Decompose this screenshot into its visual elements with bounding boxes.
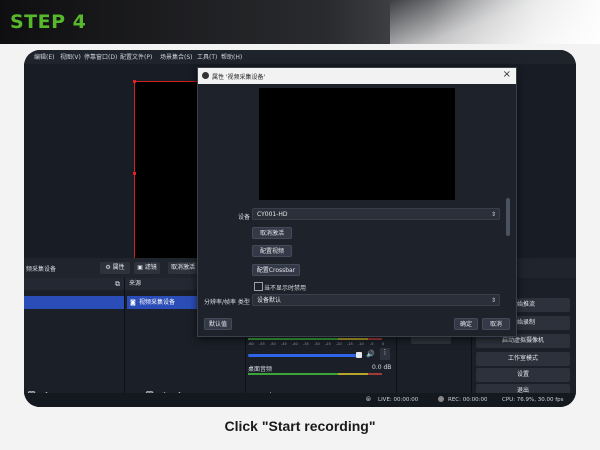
menu-bar: 编辑(E) 视图(V) 停靠窗口(D) 配置文件(P) 场景集合(S) 工具(T… [24,50,576,64]
deactivate-button[interactable]: 取消激活 [168,262,198,274]
resize-handle[interactable] [133,80,136,83]
properties-dialog: 属性 '视频采集设备' × 设备 CY001-HD ⇕ 取消激活 配置视频 配置… [197,67,517,337]
menu-scene-collection[interactable]: 场景集合(S) [160,52,193,61]
network-icon: ⦾ [366,396,371,403]
filters-button[interactable]: ▣ 滤镜 [134,262,160,274]
obs-window: 编辑(E) 视图(V) 停靠窗口(D) 配置文件(P) 场景集合(S) 工具(T… [24,50,576,407]
dialog-title: 属性 '视频采集设备' [212,74,266,81]
rec-timer: REC: 00:00:00 [448,397,488,403]
chevron-updown-icon: ⇕ [490,211,496,218]
settings-button[interactable]: 设置 [476,368,570,382]
camera-icon: ◙ [130,299,136,306]
resolution-type-label: 分辨率/帧率 类型 [204,299,250,306]
menu-help[interactable]: 帮助(H) [221,52,242,61]
dialog-scrollbar[interactable] [506,198,510,236]
studio-mode-button[interactable]: 工作室模式 [476,352,570,366]
step-title: STEP 4 [10,11,87,33]
volume-slider-handle[interactable] [356,352,362,358]
resolution-type-select[interactable]: 设备默认 ⇕ [252,294,500,306]
scenes-header: ⧉ [24,278,124,290]
gear-icon: ⚙ [105,264,111,271]
menu-profile[interactable]: 配置文件(P) [120,52,152,61]
level-meter-yellow [338,338,368,340]
meter-scale: -60 -55 -50 -45 -40 -35 -30 -25 -20 -15 … [248,342,385,346]
chevron-updown-icon: ⇕ [490,297,496,304]
properties-button[interactable]: ⚙ 属性 [100,262,130,274]
live-timer: LIVE: 00:00:00 [378,397,419,403]
step-header [0,0,600,44]
deactivate-device-button[interactable]: 取消激活 [252,227,292,239]
scene-item-selected[interactable] [24,296,124,309]
dialog-titlebar: 属性 '视频采集设备' × [198,68,516,84]
menu-docks[interactable]: 停靠窗口(D) [84,52,117,61]
scenes-dock: ⧉ 🗑 ⌃ ⌄ [24,278,125,407]
configure-crossbar-button[interactable]: 配置Crossbar [252,264,300,276]
selected-source-label: 频采集设备 [26,266,57,273]
resize-handle[interactable] [133,172,136,175]
mixer-track-name: 桌面音频 [248,366,273,373]
cancel-button[interactable]: 取消 [482,318,510,330]
disable-when-hidden-checkbox[interactable] [254,282,263,291]
menu-edit[interactable]: 编辑(E) [34,52,54,61]
defaults-button[interactable]: 默认值 [204,318,232,330]
obs-logo-icon [202,72,209,79]
dialog-preview [259,88,455,200]
speaker-icon[interactable]: 🔊 [366,350,375,358]
record-indicator-icon [438,396,444,402]
volume-slider[interactable] [248,354,360,357]
menu-view[interactable]: 视图(V) [60,52,81,61]
undock-icon[interactable]: ⧉ [115,278,120,290]
instruction-caption: Click "Start recording" [224,418,376,434]
ok-button[interactable]: 确定 [454,318,478,330]
device-label: 设备 [238,214,251,221]
cpu-fps: CPU: 76.9%, 30.00 fps [502,397,564,403]
kebab-menu-icon[interactable]: ⋮ [380,348,390,360]
disable-when-hidden-label: 当不显示时禁用 [264,285,307,292]
level-meter-green [248,338,338,340]
mixer-track-level: 0.0 dB [372,364,392,371]
level-meter-green-2 [248,373,338,375]
level-meter-yellow-2 [338,373,368,375]
level-meter-red [368,338,382,340]
level-meter-red-2 [368,373,382,375]
device-select[interactable]: CY001-HD ⇕ [252,208,500,220]
status-bar: ⦾ LIVE: 00:00:00 REC: 00:00:00 CPU: 76.9… [24,393,576,407]
menu-tools[interactable]: 工具(T) [197,52,217,61]
configure-video-button[interactable]: 配置视频 [252,245,292,257]
close-icon[interactable]: × [503,69,511,80]
filter-icon: ▣ [137,264,143,271]
